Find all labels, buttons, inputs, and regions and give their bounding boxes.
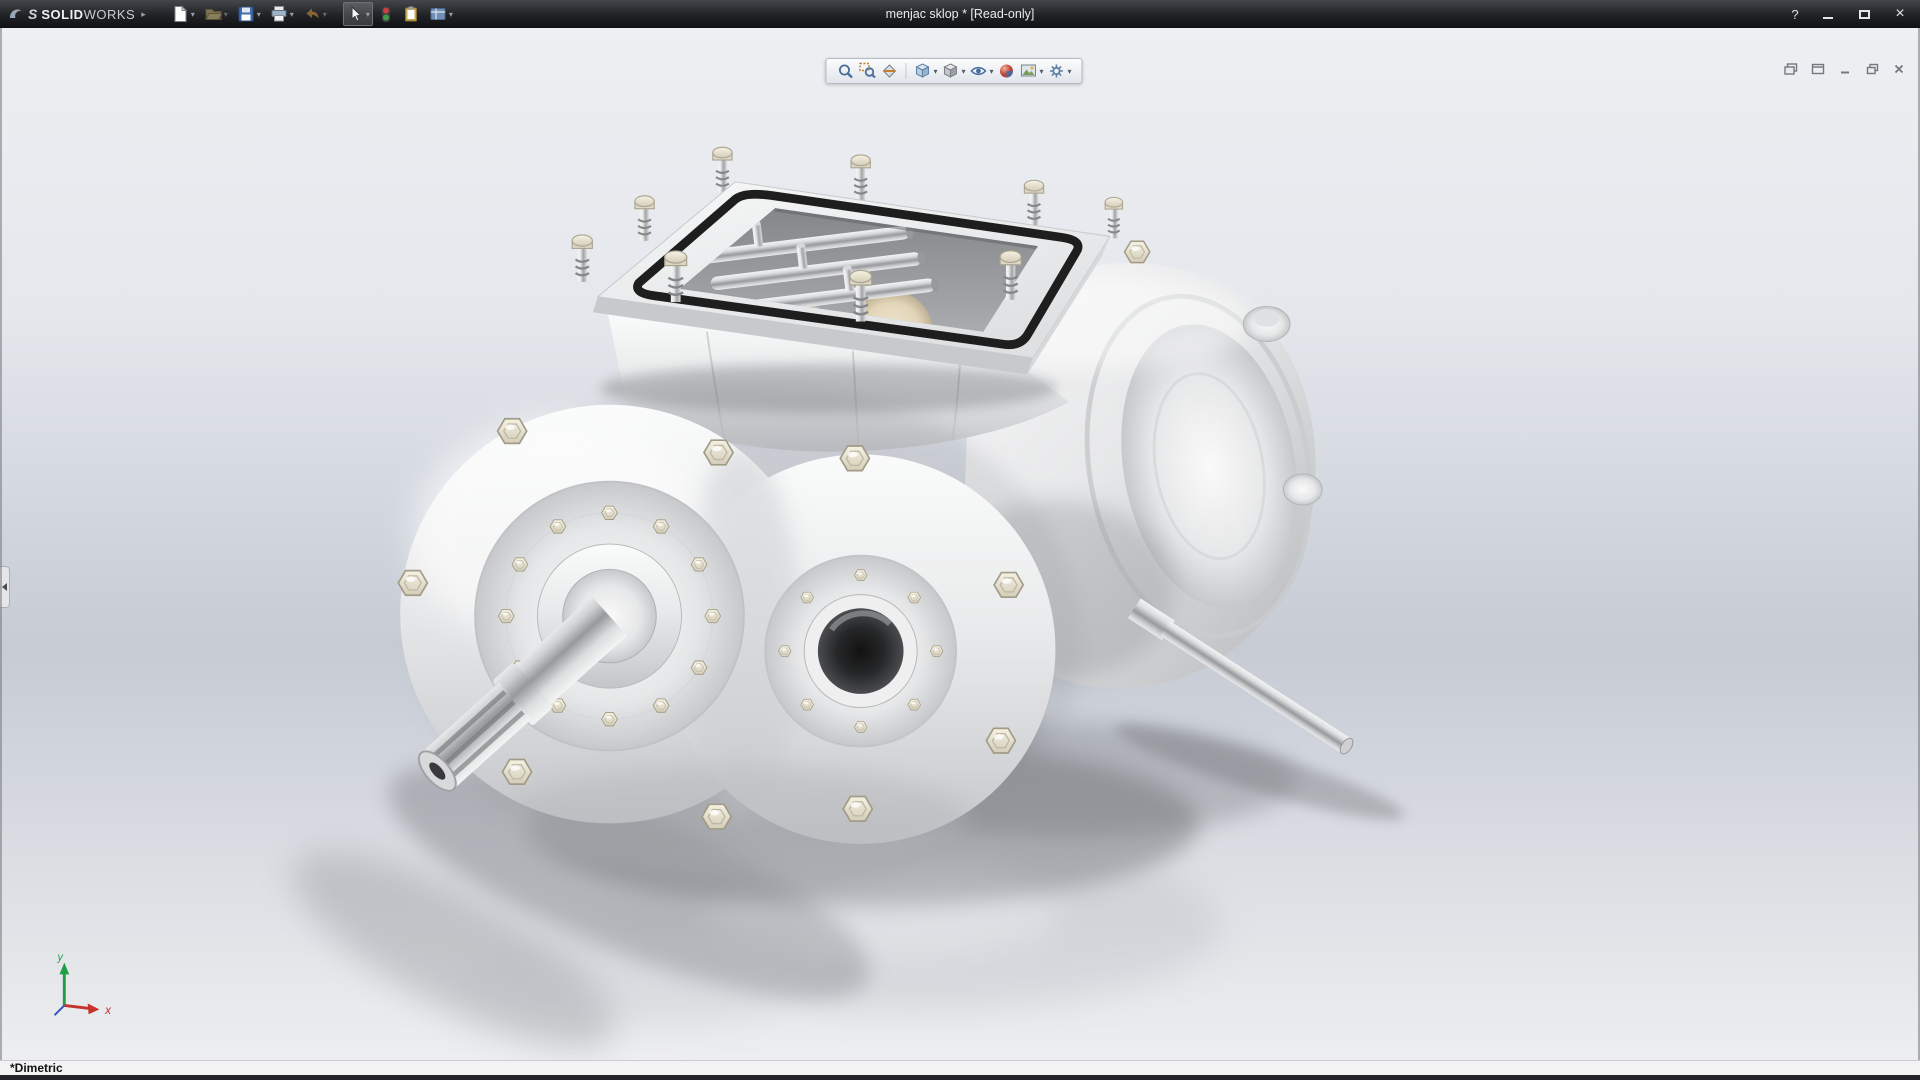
triad-y-label: y [56, 952, 63, 964]
dropdown-arrow-icon[interactable]: ▾ [449, 10, 453, 19]
display-style-button[interactable]: ▾ [940, 61, 966, 81]
dropdown-arrow-icon[interactable]: ▾ [1068, 67, 1072, 76]
edit-appearance-button[interactable] [997, 61, 1017, 81]
triad-x-label: x [104, 1004, 112, 1017]
undo-arrow-icon [303, 5, 321, 23]
document-window-controls [1780, 60, 1910, 77]
save-floppy-icon [237, 5, 255, 23]
help-button[interactable]: ? [1786, 7, 1804, 22]
print-icon [270, 5, 288, 23]
appearance-ball-icon [998, 62, 1016, 80]
solidworks-logo: S SOLIDWORKS ▸ [0, 6, 154, 22]
save-button[interactable]: ▾ [234, 2, 264, 26]
view-settings-gear-icon [1048, 62, 1066, 80]
side-cover-opening[interactable] [765, 556, 956, 747]
minimize-document-icon [1839, 63, 1851, 75]
heads-up-toolbar: ▾ ▾ ▾ ▾ [825, 58, 1082, 84]
gearbox-model[interactable]: x y [0, 28, 1920, 1060]
dropdown-arrow-icon[interactable]: ▾ [961, 67, 965, 76]
graphics-area[interactable]: x y [0, 28, 1920, 1060]
options-icon [429, 5, 447, 23]
minimize-icon [1823, 17, 1833, 19]
maximize-button[interactable] [1852, 5, 1876, 23]
close-icon: × [1895, 7, 1904, 21]
open-folder-icon [204, 5, 222, 23]
main-toolbar: ▾ ▾ ▾ ▾ ▾ [168, 2, 456, 26]
dropdown-arrow-icon[interactable]: ▾ [323, 10, 327, 19]
new-document-button[interactable]: ▾ [168, 2, 198, 26]
dassault-swirl-icon [8, 6, 24, 22]
status-bar: *Dimetric [0, 1060, 1920, 1075]
section-view-icon [880, 62, 898, 80]
collapse-arrow-icon [2, 583, 7, 591]
dropdown-arrow-icon[interactable]: ▾ [989, 67, 993, 76]
hide-show-eye-icon [969, 62, 987, 80]
dropdown-arrow-icon[interactable]: ▾ [366, 10, 370, 19]
zoom-to-fit-button[interactable] [835, 61, 855, 81]
new-window-button[interactable] [1807, 60, 1829, 77]
display-style-icon [941, 62, 959, 80]
view-settings-button[interactable]: ▾ [1047, 61, 1073, 81]
restore-document-icon [1866, 63, 1879, 75]
close-button[interactable]: × [1888, 5, 1912, 23]
apply-scene-button[interactable]: ▾ [1019, 61, 1045, 81]
orientation-triad: x y [55, 952, 113, 1018]
rebuild-button[interactable] [376, 2, 396, 26]
view-orientation-cube-icon [913, 62, 931, 80]
select-cursor-icon [346, 5, 364, 23]
view-orientation-button[interactable]: ▾ [912, 61, 938, 81]
zoom-to-fit-icon [836, 62, 854, 80]
rebuild-stoplight-icon [379, 5, 393, 23]
cascade-window-button[interactable] [1780, 60, 1802, 77]
dropdown-arrow-icon[interactable]: ▾ [290, 10, 294, 19]
brand-name: SOLIDWORKS [41, 7, 135, 22]
window-edge-left [0, 28, 2, 1080]
title-bar: S SOLIDWORKS ▸ ▾ ▾ ▾ [0, 0, 1920, 28]
bottom-window-edge [0, 1075, 1920, 1080]
dropdown-arrow-icon[interactable]: ▾ [224, 10, 228, 19]
apply-scene-icon [1020, 62, 1038, 80]
brand-mark: S [28, 6, 37, 22]
dropdown-arrow-icon[interactable]: ▾ [1040, 67, 1044, 76]
open-button[interactable]: ▾ [201, 2, 231, 26]
hide-show-items-button[interactable]: ▾ [968, 61, 994, 81]
close-document-icon [1893, 63, 1905, 75]
restore-document-button[interactable] [1861, 60, 1883, 77]
select-button[interactable]: ▾ [343, 2, 373, 26]
dropdown-arrow-icon[interactable]: ▾ [257, 10, 261, 19]
undo-button[interactable]: ▾ [300, 2, 330, 26]
print-button[interactable]: ▾ [267, 2, 297, 26]
new-document-icon [171, 5, 189, 23]
file-properties-button[interactable] [399, 2, 423, 26]
minimize-document-button[interactable] [1834, 60, 1856, 77]
options-button[interactable]: ▾ [426, 2, 456, 26]
toolbar-separator [905, 63, 906, 79]
cascade-window-icon [1784, 63, 1798, 75]
menu-expand-icon[interactable]: ▸ [141, 9, 146, 20]
dropdown-arrow-icon[interactable]: ▾ [191, 10, 195, 19]
zoom-to-area-button[interactable] [857, 61, 877, 81]
minimize-button[interactable] [1816, 5, 1840, 23]
window-title: menjac sklop * [Read-only] [300, 0, 1620, 28]
section-view-button[interactable] [879, 61, 899, 81]
maximize-icon [1859, 10, 1870, 19]
close-document-button[interactable] [1888, 60, 1910, 77]
clipboard-icon [402, 5, 420, 23]
view-orientation-label: *Dimetric [10, 1061, 63, 1075]
dropdown-arrow-icon[interactable]: ▾ [933, 67, 937, 76]
zoom-to-area-icon [858, 62, 876, 80]
new-window-icon [1811, 63, 1825, 75]
